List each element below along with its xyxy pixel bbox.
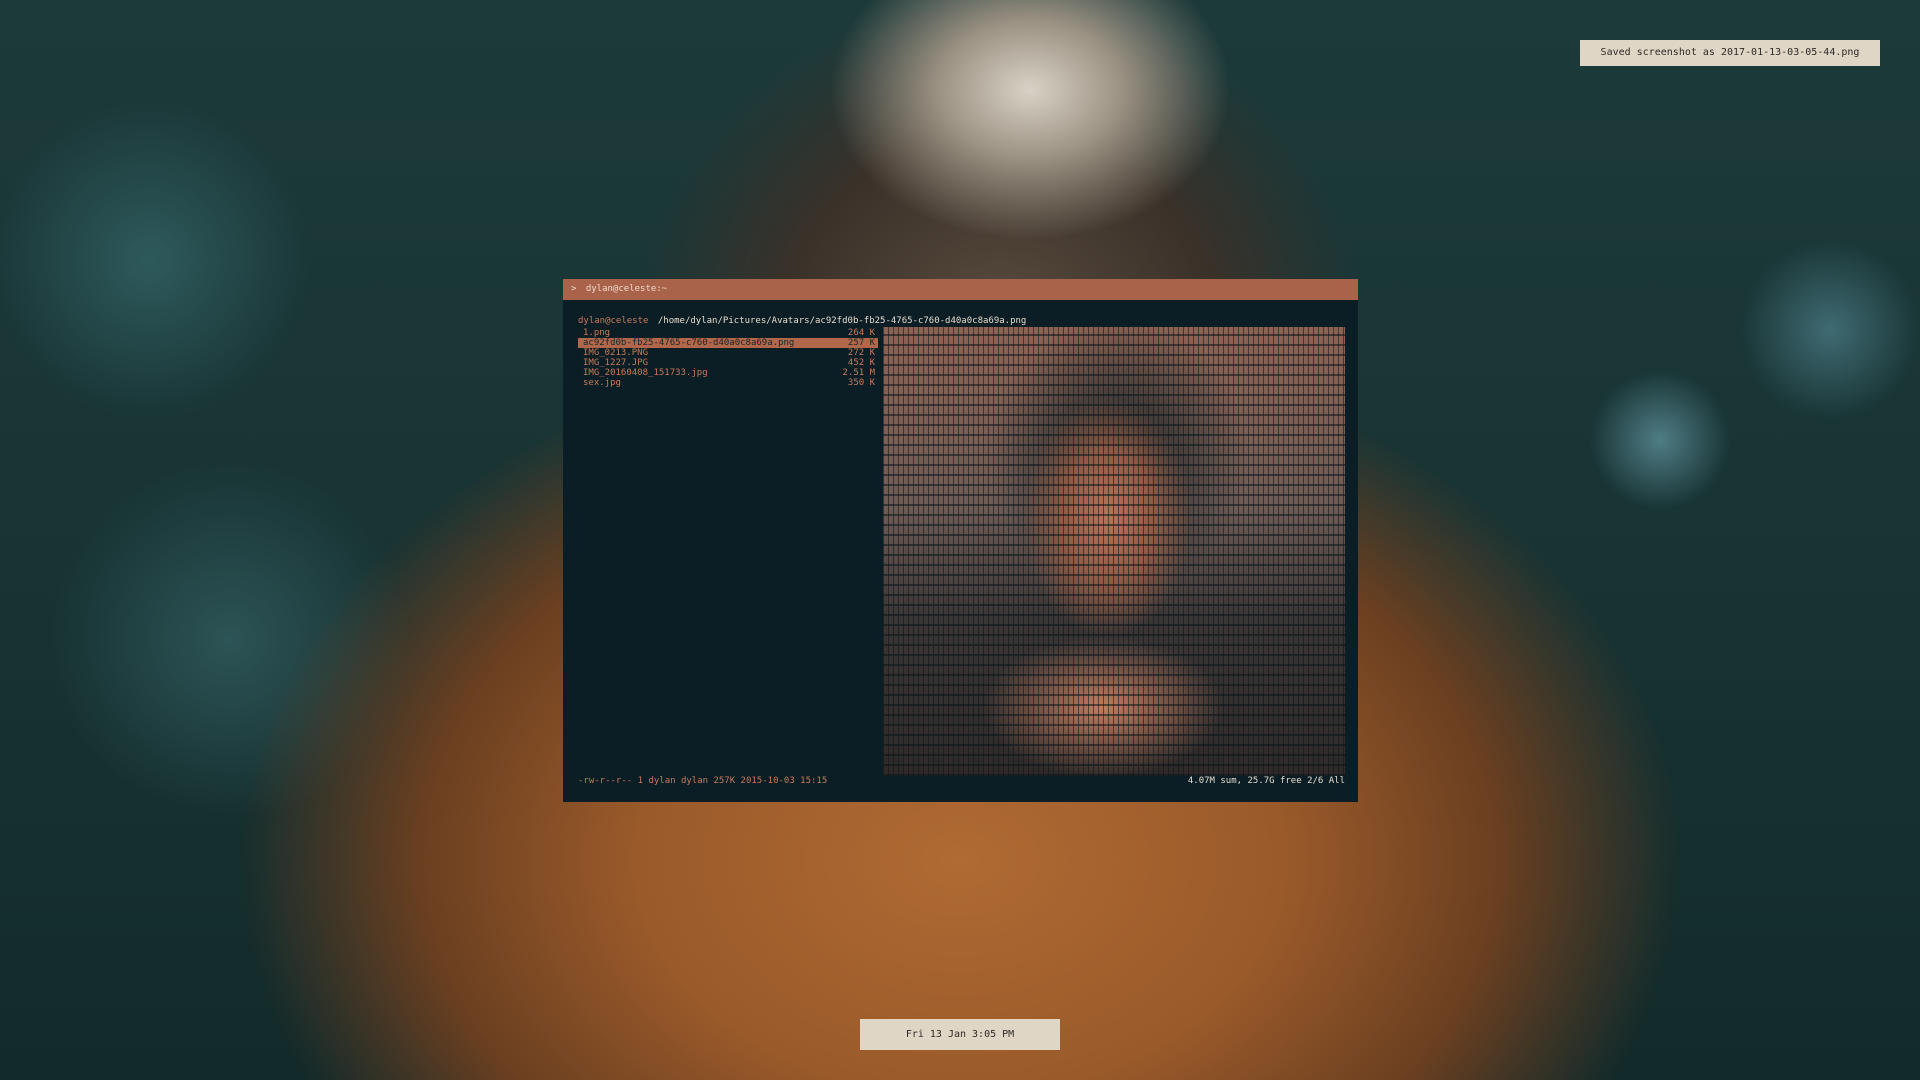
file-permissions: -rw-r--r-- 1 dylan dylan 257K 2015-10-03… <box>578 776 828 786</box>
file-item[interactable]: IMG_0213.PNG 272 K <box>578 348 878 358</box>
file-size: 2.51 M <box>842 368 875 378</box>
screenshot-notification: Saved screenshot as 2017-01-13-03-05-44.… <box>1580 40 1880 66</box>
file-list: 1.png 264 K ac92fd0b-fb25-4765-c760-d40a… <box>578 328 878 388</box>
file-item[interactable]: sex.jpg 350 K <box>578 378 878 388</box>
file-name: sex.jpg <box>583 378 621 388</box>
clock-bar: Fri 13 Jan 3:05 PM <box>860 1019 1060 1050</box>
file-name: ac92fd0b-fb25-4765-c760-d40a0c8a69a.png <box>583 338 795 348</box>
file-size: 350 K <box>847 378 875 388</box>
terminal-window[interactable]: > dylan@celeste:~ dylan@celeste /home/dy… <box>563 279 1358 802</box>
terminal-title: dylan@celeste:~ <box>585 284 668 294</box>
file-name: 1.png <box>583 328 611 338</box>
clock-text: Fri 13 Jan 3:05 PM <box>905 1029 1015 1040</box>
disk-summary: 4.07M sum, 25.7G free 2/6 All <box>1187 776 1345 786</box>
terminal-titlebar[interactable]: > dylan@celeste:~ <box>563 279 1358 300</box>
file-item[interactable]: 1.png 264 K <box>578 328 878 338</box>
status-line: -rw-r--r-- 1 dylan dylan 257K 2015-10-03… <box>578 776 1345 786</box>
file-size: 272 K <box>847 348 875 358</box>
prompt-icon: > <box>571 284 577 294</box>
file-name: IMG_20160408_151733.jpg <box>583 368 708 378</box>
path-label: /home/dylan/Pictures/Avatars/ac92fd0b-fb… <box>657 316 1027 326</box>
notification-text: Saved screenshot as 2017-01-13-03-05-44.… <box>1600 47 1860 58</box>
file-size: 452 K <box>847 358 875 368</box>
file-item-selected[interactable]: ac92fd0b-fb25-4765-c760-d40a0c8a69a.png … <box>578 338 878 348</box>
file-item[interactable]: IMG_20160408_151733.jpg 2.51 M <box>578 368 878 378</box>
file-size: 257 K <box>847 338 875 348</box>
image-preview <box>883 327 1345 776</box>
file-size: 264 K <box>847 328 875 338</box>
file-item[interactable]: IMG_1227.JPG 452 K <box>578 358 878 368</box>
file-name: IMG_0213.PNG <box>583 348 649 358</box>
current-path: dylan@celeste /home/dylan/Pictures/Avata… <box>578 316 1026 326</box>
host-label: dylan@celeste <box>578 316 649 326</box>
file-name: IMG_1227.JPG <box>583 358 649 368</box>
